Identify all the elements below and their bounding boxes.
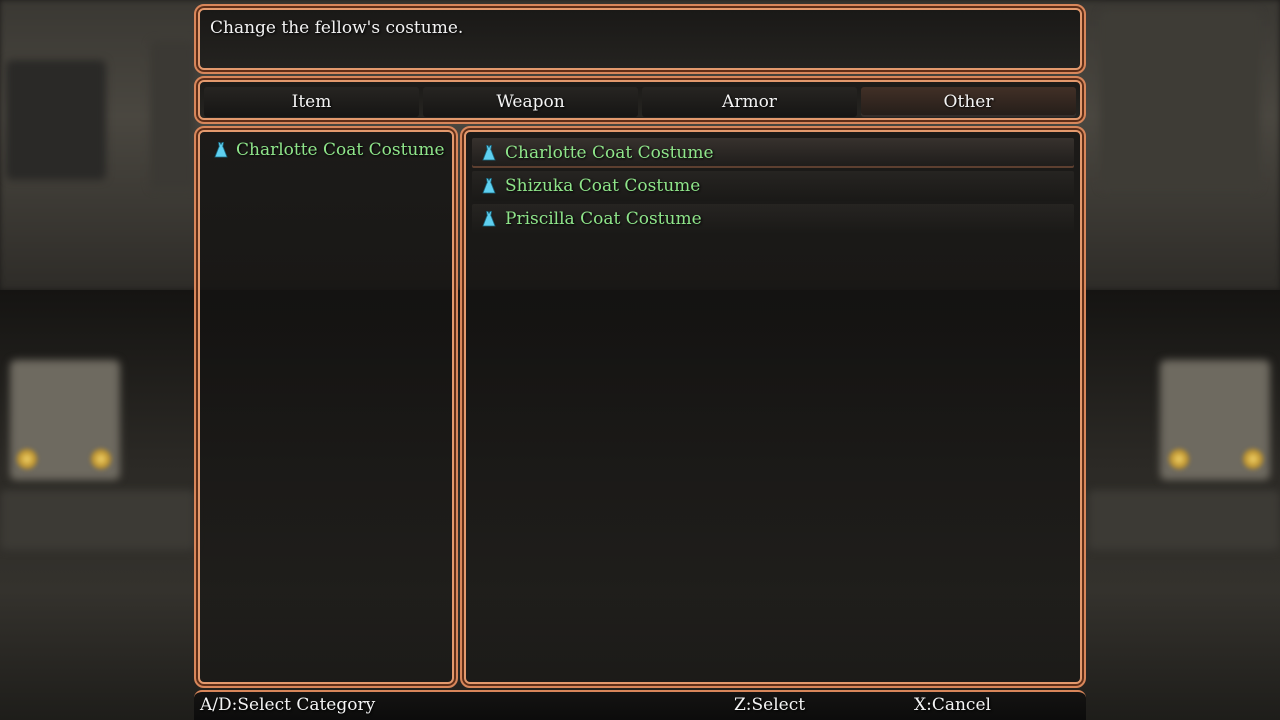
equipped-window: Charlotte Coat Costume [194,126,458,688]
list-item-label: Priscilla Coat Costume [505,209,702,229]
key-hint-bar: A/D:Select Category Z:Select X:Cancel [194,690,1086,720]
help-text: Change the fellow's costume. [210,18,464,38]
help-window: Change the fellow's costume. [194,4,1086,74]
dress-icon [482,145,496,161]
scene-lamp [1168,448,1190,470]
scene-lamp [90,448,112,470]
hint-select: Z:Select [734,695,806,715]
list-item[interactable]: Priscilla Coat Costume [472,204,1074,234]
scene-ledge-right [1088,490,1280,550]
tab-other[interactable]: Other [861,87,1076,117]
scene-lamp [1242,448,1264,470]
scene-wall-right [1100,10,1260,190]
tab-armor[interactable]: Armor [642,87,857,117]
list-item-label: Charlotte Coat Costume [505,143,714,163]
equipped-costume-slot[interactable]: Charlotte Coat Costume [212,140,445,160]
category-tabs: Item Weapon Armor Other [204,87,1076,117]
scene-pillar [150,40,195,190]
list-item[interactable]: Charlotte Coat Costume [472,138,1074,168]
list-item-label: Shizuka Coat Costume [505,176,701,196]
tab-weapon[interactable]: Weapon [423,87,638,117]
list-item[interactable]: Shizuka Coat Costume [472,171,1074,201]
hint-cancel: X:Cancel [914,695,991,715]
dress-icon [482,211,496,227]
category-window: Item Weapon Armor Other [194,76,1086,124]
hint-select-category: A/D:Select Category [200,695,376,715]
scene-lamp [16,448,38,470]
costume-list-window: Charlotte Coat Costume Shizuka Coat Cost… [460,126,1086,688]
equipped-costume-label: Charlotte Coat Costume [236,140,445,160]
dress-icon [482,178,496,194]
scene-ledge-left [0,490,195,550]
scene-window [6,60,106,180]
tab-item[interactable]: Item [204,87,419,117]
dress-icon [214,142,228,158]
